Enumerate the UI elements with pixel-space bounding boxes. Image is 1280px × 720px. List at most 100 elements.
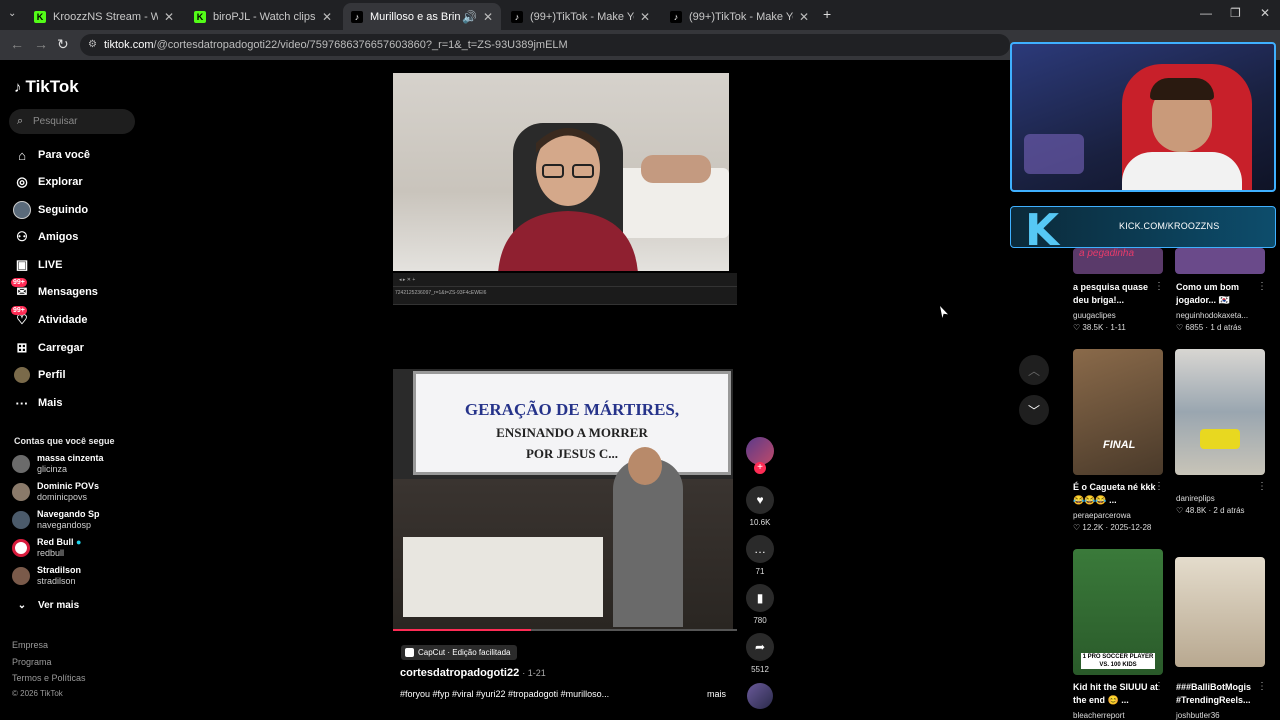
speaker-icon[interactable]: 🔊	[462, 10, 477, 24]
browser-tab[interactable]: ♪ (99+)TikTok - Make Your Day ✕	[662, 3, 817, 30]
more-options-icon[interactable]: ⋮	[1257, 281, 1267, 292]
card-title[interactable]: Como um bom jogador... 🇰🇷	[1176, 281, 1264, 307]
close-icon[interactable]: ✕	[164, 10, 174, 24]
comment-icon[interactable]: …	[746, 535, 774, 563]
music-disc-icon[interactable]	[747, 683, 773, 709]
like-action[interactable]: ♥ 10.6K	[746, 486, 774, 527]
new-tab-icon[interactable]: +	[823, 6, 831, 22]
reload-icon[interactable]: ↻	[57, 36, 69, 53]
sidebar-item-perfil[interactable]: Perfil	[13, 365, 66, 385]
url-field[interactable]: ⚙ tiktok.com/@cortesdatropadogoti22/vide…	[80, 34, 1010, 56]
see-more-button[interactable]: ⌄ Ver mais	[13, 595, 79, 615]
following-account[interactable]: Stradilson stradilson	[12, 565, 81, 587]
minimize-icon[interactable]: —	[1200, 6, 1212, 20]
more-options-icon[interactable]: ⋮	[1154, 481, 1164, 492]
following-account[interactable]: massa cinzenta glicinza	[12, 453, 104, 475]
close-icon[interactable]: ✕	[483, 10, 493, 24]
site-info-icon[interactable]: ⚙	[88, 34, 97, 56]
chevron-up-icon: ︿	[1027, 363, 1040, 378]
sidebar-item-mensagens[interactable]: ✉ 99+ Mensagens	[11, 278, 98, 302]
card-stats: ♡ 12.2K · 2025-12-28	[1073, 523, 1152, 532]
card-date: 2 d atrás	[1213, 506, 1245, 515]
more-options-icon[interactable]: ⋮	[1257, 481, 1267, 492]
close-icon[interactable]: ✕	[799, 10, 809, 24]
following-account[interactable]: Navegando Sp navegandosp	[12, 509, 100, 531]
close-icon[interactable]: ✕	[640, 10, 650, 24]
more-options-icon[interactable]: ⋮	[1154, 281, 1164, 292]
card-likes: 38.5K	[1082, 323, 1104, 332]
browser-tab[interactable]: K biroPJL - Watch clips on Kick ✕	[186, 3, 340, 30]
more-options-icon[interactable]: ⋮	[1257, 681, 1267, 692]
search-icon: ⌕	[17, 115, 24, 127]
card-user[interactable]: danireplips	[1176, 494, 1215, 503]
creator-avatar[interactable]	[746, 437, 774, 465]
video-progress-bar[interactable]	[393, 629, 737, 631]
card-user[interactable]: bleacherreport	[1073, 711, 1125, 720]
avatar	[12, 483, 30, 501]
share-icon[interactable]: ➦	[746, 633, 774, 661]
card-title[interactable]: a pesquisa quase deu briga!...	[1073, 281, 1161, 307]
footer-link-empresa[interactable]: Empresa	[12, 640, 48, 650]
sidebar-item-carregar[interactable]: ⊞ Carregar	[13, 338, 84, 358]
sidebar-item-amigos[interactable]: ⚇ Amigos	[13, 227, 78, 247]
sidebar-item-explorar[interactable]: ◎ Explorar	[13, 172, 82, 192]
comment-action[interactable]: … 71	[746, 535, 774, 576]
window-close-icon[interactable]: ✕	[1260, 6, 1270, 20]
close-icon[interactable]: ✕	[322, 10, 332, 24]
maximize-icon[interactable]: ❐	[1230, 6, 1241, 20]
following-account[interactable]: Red Bull ● redbull	[12, 537, 81, 559]
forward-icon[interactable]: →	[34, 36, 48, 52]
back-icon[interactable]: ←	[10, 36, 24, 52]
video-thumbnail[interactable]: a pegadinha	[1073, 248, 1163, 274]
sidebar-item-label: LIVE	[38, 259, 63, 271]
video-player[interactable]: ◂ ▸ ✕ + 7242125236097_r=1&t=ZS-93F4cEWEI…	[393, 73, 737, 707]
video-thumbnail[interactable]	[1175, 248, 1265, 274]
following-account[interactable]: Dominic POVs dominicpovs	[12, 481, 99, 503]
card-title[interactable]: É o Cagueta né kkk 😂😂😂 ...	[1073, 481, 1161, 507]
heart-icon[interactable]: ♥	[746, 486, 774, 514]
video-thumbnail[interactable]	[1175, 557, 1265, 667]
sidebar-item-live[interactable]: ▣ LIVE	[13, 255, 63, 275]
tiktok-logo[interactable]: ♪ TikTok	[14, 77, 79, 97]
card-user[interactable]: neguinhodokaxeta...	[1176, 311, 1248, 320]
home-icon: ⌂	[18, 147, 26, 163]
video-thumbnail[interactable]: 1 PRO SOCCER PLAYER VS. 100 KIDS	[1073, 549, 1163, 675]
bookmark-icon[interactable]: ▮	[746, 584, 774, 612]
see-more-label: Ver mais	[38, 599, 80, 611]
bookmark-action[interactable]: ▮ 780	[746, 584, 774, 625]
follow-plus-icon[interactable]: +	[754, 462, 766, 474]
card-user[interactable]: joshbutler36	[1176, 711, 1220, 720]
embedded-url: 7242125236097_r=1&t=ZS-93F4cEWEI6	[395, 290, 487, 296]
video-author[interactable]: cortesdatropadogoti22 · 1-21	[400, 667, 546, 679]
notification-badge: 99+	[11, 278, 27, 287]
search-input[interactable]: ⌕ Pesquisar	[9, 109, 135, 134]
video-thumbnail[interactable]: FINAL	[1073, 349, 1163, 475]
sidebar-item-label: Perfil	[38, 369, 66, 381]
account-handle: dominicpovs	[37, 492, 88, 502]
tab-search-icon[interactable]: ⌄	[8, 8, 16, 19]
card-user[interactable]: peraeparcerowa	[1073, 511, 1131, 520]
next-video-button[interactable]: ﹀	[1019, 395, 1049, 425]
card-user[interactable]: guugaclipes	[1073, 311, 1116, 320]
tab-title: (99+)TikTok - Make Your Day	[689, 10, 793, 23]
more-options-icon[interactable]: ⋮	[1154, 681, 1164, 692]
sidebar-item-atividade[interactable]: ♡ 99+ Atividade	[11, 306, 88, 330]
sidebar-item-mais[interactable]: ··· Mais	[13, 393, 63, 413]
more-link[interactable]: mais	[707, 689, 726, 699]
mouse-cursor	[940, 306, 948, 318]
copyright: © 2026 TikTok	[12, 689, 63, 698]
comment-count: 71	[755, 567, 765, 576]
capcut-badge[interactable]: CapCut · Edição facilitada	[401, 645, 517, 660]
footer-link-termos[interactable]: Termos e Políticas	[12, 673, 86, 683]
sidebar-item-seguindo[interactable]: Seguindo	[13, 200, 88, 220]
video-thumbnail[interactable]	[1175, 349, 1265, 475]
sidebar-item-para-voce[interactable]: ⌂ Para você	[13, 145, 90, 165]
footer-link-programa[interactable]: Programa	[12, 657, 52, 667]
card-title[interactable]: ###BalliBotMogis #TrendingReels...	[1176, 681, 1264, 707]
browser-tab[interactable]: K KroozzNS Stream - Watch Live ✕	[26, 3, 182, 30]
card-title[interactable]: Kid hit the SIUUU at the end 😊 ...	[1073, 681, 1161, 707]
share-action[interactable]: ➦ 5512	[746, 633, 774, 674]
previous-video-button[interactable]: ︿	[1019, 355, 1049, 385]
browser-tab[interactable]: ♪ (99+)TikTok - Make Your Day ✕	[503, 3, 658, 30]
browser-tab-active[interactable]: ♪ Murilloso e as Brincadeiras 🔊 ✕	[343, 3, 501, 30]
